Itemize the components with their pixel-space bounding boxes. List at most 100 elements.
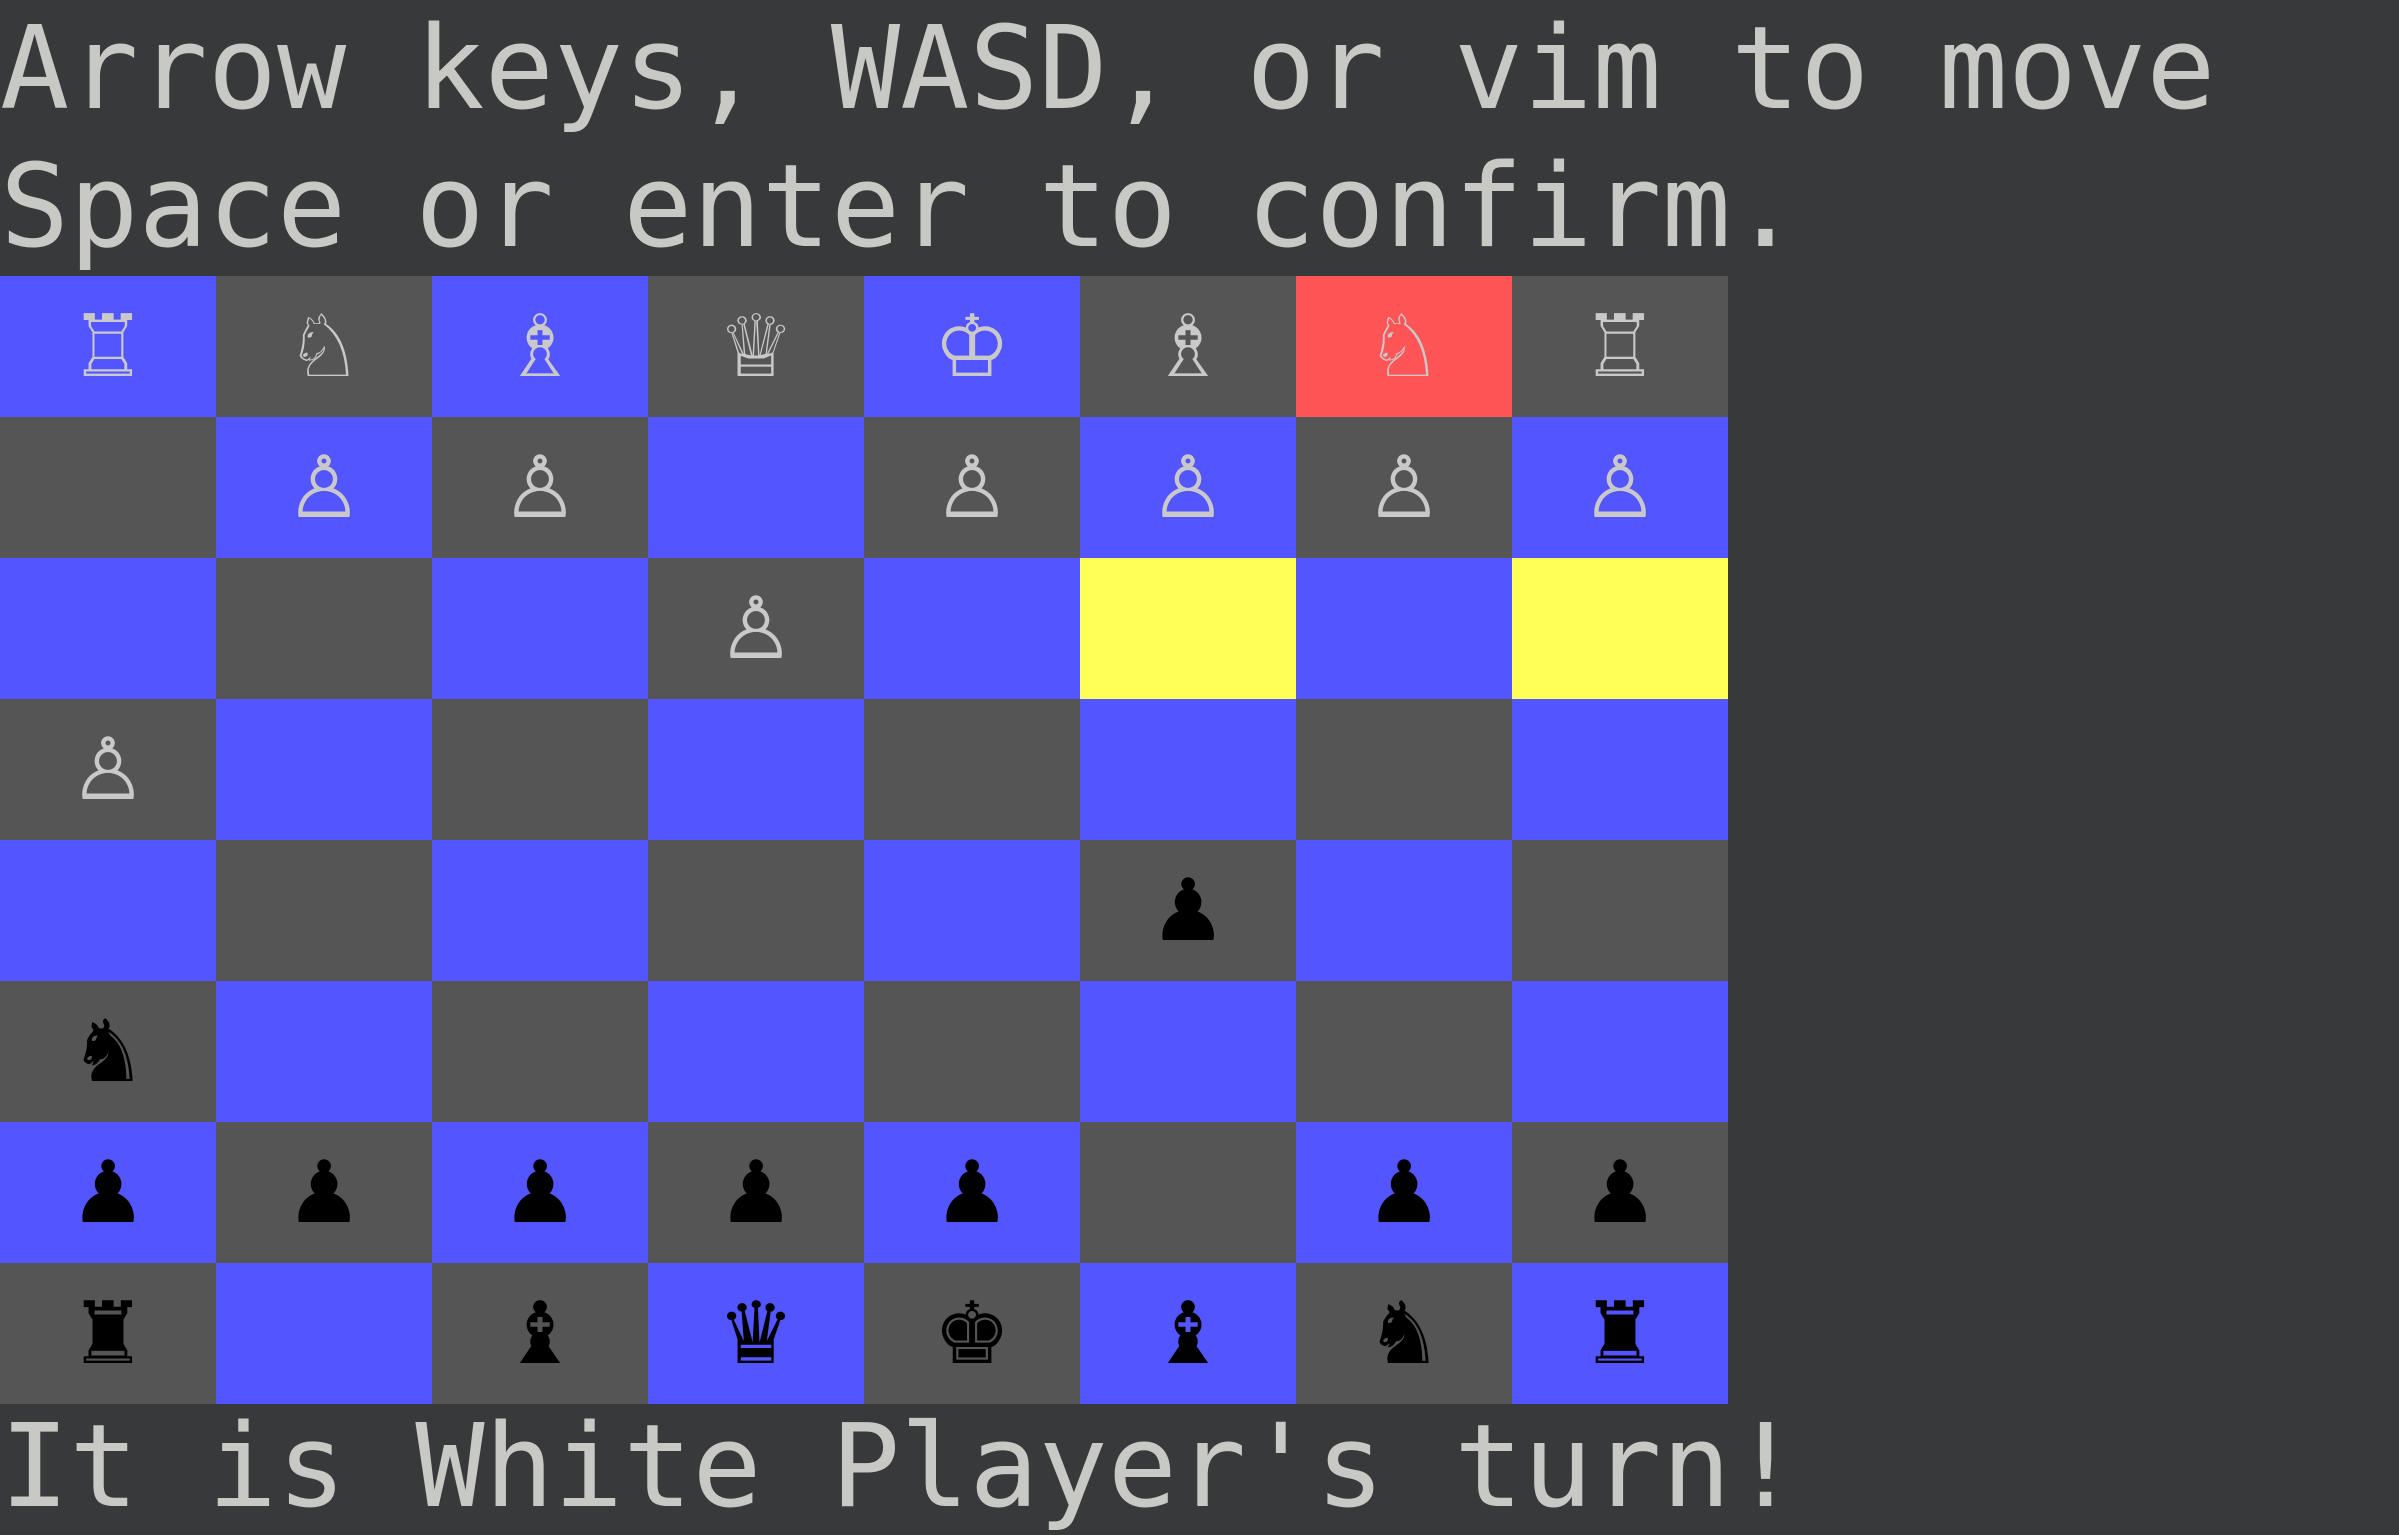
square-b8[interactable]: ♘ [216,276,432,417]
white-pawn-icon[interactable]: ♙ [285,445,362,531]
square-g8[interactable]: ♘ [1296,276,1512,417]
white-king-icon[interactable]: ♔ [933,304,1010,390]
square-b3[interactable] [216,981,432,1122]
white-bishop-icon[interactable]: ♗ [1149,304,1226,390]
square-d1[interactable]: ♛ [648,1263,864,1404]
square-h8[interactable]: ♖ [1512,276,1728,417]
white-rook-icon[interactable]: ♖ [69,304,146,390]
instructions-confirm-text: Space or enter to confirm. [0,140,1801,274]
white-queen-icon[interactable]: ♕ [717,304,794,390]
square-f7[interactable]: ♙ [1080,417,1296,558]
square-e3[interactable] [864,981,1080,1122]
square-h4[interactable] [1512,840,1728,981]
white-pawn-icon[interactable]: ♙ [501,445,578,531]
black-pawn-icon[interactable]: ♟ [501,1150,578,1236]
instructions-move-text: Arrow keys, WASD, or vim to move [0,2,2216,136]
black-pawn-icon[interactable]: ♟ [717,1150,794,1236]
white-pawn-icon[interactable]: ♙ [1581,445,1658,531]
square-a4[interactable] [0,840,216,981]
square-a8[interactable]: ♖ [0,276,216,417]
white-rook-icon[interactable]: ♖ [1581,304,1658,390]
black-pawn-icon[interactable]: ♟ [1365,1150,1442,1236]
square-b4[interactable] [216,840,432,981]
square-a7[interactable] [0,417,216,558]
black-queen-icon[interactable]: ♛ [717,1291,794,1377]
square-b6[interactable] [216,558,432,699]
square-c7[interactable]: ♙ [432,417,648,558]
turn-status-text: It is White Player's turn! [0,1400,1801,1534]
square-g3[interactable] [1296,981,1512,1122]
square-g7[interactable]: ♙ [1296,417,1512,558]
square-h6[interactable] [1512,558,1728,699]
black-rook-icon[interactable]: ♜ [69,1291,146,1377]
square-f1[interactable]: ♝ [1080,1263,1296,1404]
square-h2[interactable]: ♟ [1512,1122,1728,1263]
square-f5[interactable] [1080,699,1296,840]
square-a5[interactable]: ♙ [0,699,216,840]
white-pawn-icon[interactable]: ♙ [933,445,1010,531]
black-pawn-icon[interactable]: ♟ [933,1150,1010,1236]
white-knight-icon[interactable]: ♘ [285,304,362,390]
square-h7[interactable]: ♙ [1512,417,1728,558]
square-e6[interactable] [864,558,1080,699]
chess-board[interactable]: ♖ ♘ ♗ ♕ ♔ ♗ ♘ ♖ ♙ ♙ ♙ ♙ ♙ ♙ ♙ ♙ ♟ ♞ ♟ ♟ ♟ ♟ ♟ ♟ ♟ ♜ ♝ ♛ ♚ ♝ ♞ ♜ [0,276,1728,1404]
black-pawn-icon[interactable]: ♟ [1581,1150,1658,1236]
square-b7[interactable]: ♙ [216,417,432,558]
square-d5[interactable] [648,699,864,840]
square-d3[interactable] [648,981,864,1122]
black-knight-icon[interactable]: ♞ [1365,1291,1442,1377]
black-pawn-icon[interactable]: ♟ [69,1150,146,1236]
square-e1[interactable]: ♚ [864,1263,1080,1404]
square-h3[interactable] [1512,981,1728,1122]
square-h5[interactable] [1512,699,1728,840]
white-pawn-icon[interactable]: ♙ [69,727,146,813]
square-g6[interactable] [1296,558,1512,699]
square-g5[interactable] [1296,699,1512,840]
square-c6[interactable] [432,558,648,699]
square-e7[interactable]: ♙ [864,417,1080,558]
square-c3[interactable] [432,981,648,1122]
square-e5[interactable] [864,699,1080,840]
square-d2[interactable]: ♟ [648,1122,864,1263]
square-f3[interactable] [1080,981,1296,1122]
square-d6[interactable]: ♙ [648,558,864,699]
square-b2[interactable]: ♟ [216,1122,432,1263]
white-knight-icon[interactable]: ♘ [1365,304,1442,390]
square-g2[interactable]: ♟ [1296,1122,1512,1263]
square-a3[interactable]: ♞ [0,981,216,1122]
square-g1[interactable]: ♞ [1296,1263,1512,1404]
black-bishop-icon[interactable]: ♝ [1149,1291,1226,1377]
square-f2[interactable] [1080,1122,1296,1263]
square-a6[interactable] [0,558,216,699]
square-g4[interactable] [1296,840,1512,981]
black-pawn-icon[interactable]: ♟ [1149,868,1226,954]
square-c8[interactable]: ♗ [432,276,648,417]
square-a1[interactable]: ♜ [0,1263,216,1404]
white-pawn-icon[interactable]: ♙ [1149,445,1226,531]
black-knight-icon[interactable]: ♞ [69,1009,146,1095]
square-d4[interactable] [648,840,864,981]
square-c2[interactable]: ♟ [432,1122,648,1263]
black-rook-icon[interactable]: ♜ [1581,1291,1658,1377]
white-pawn-icon[interactable]: ♙ [1365,445,1442,531]
square-d7[interactable] [648,417,864,558]
square-e8[interactable]: ♔ [864,276,1080,417]
square-b5[interactable] [216,699,432,840]
black-bishop-icon[interactable]: ♝ [501,1291,578,1377]
square-c4[interactable] [432,840,648,981]
white-pawn-icon[interactable]: ♙ [717,586,794,672]
square-c1[interactable]: ♝ [432,1263,648,1404]
black-pawn-icon[interactable]: ♟ [285,1150,362,1236]
square-d8[interactable]: ♕ [648,276,864,417]
square-e2[interactable]: ♟ [864,1122,1080,1263]
square-f8[interactable]: ♗ [1080,276,1296,417]
black-king-icon[interactable]: ♚ [933,1291,1010,1377]
white-bishop-icon[interactable]: ♗ [501,304,578,390]
square-h1[interactable]: ♜ [1512,1263,1728,1404]
square-a2[interactable]: ♟ [0,1122,216,1263]
square-f6[interactable] [1080,558,1296,699]
square-f4[interactable]: ♟ [1080,840,1296,981]
square-e4[interactable] [864,840,1080,981]
square-b1[interactable] [216,1263,432,1404]
square-c5[interactable] [432,699,648,840]
